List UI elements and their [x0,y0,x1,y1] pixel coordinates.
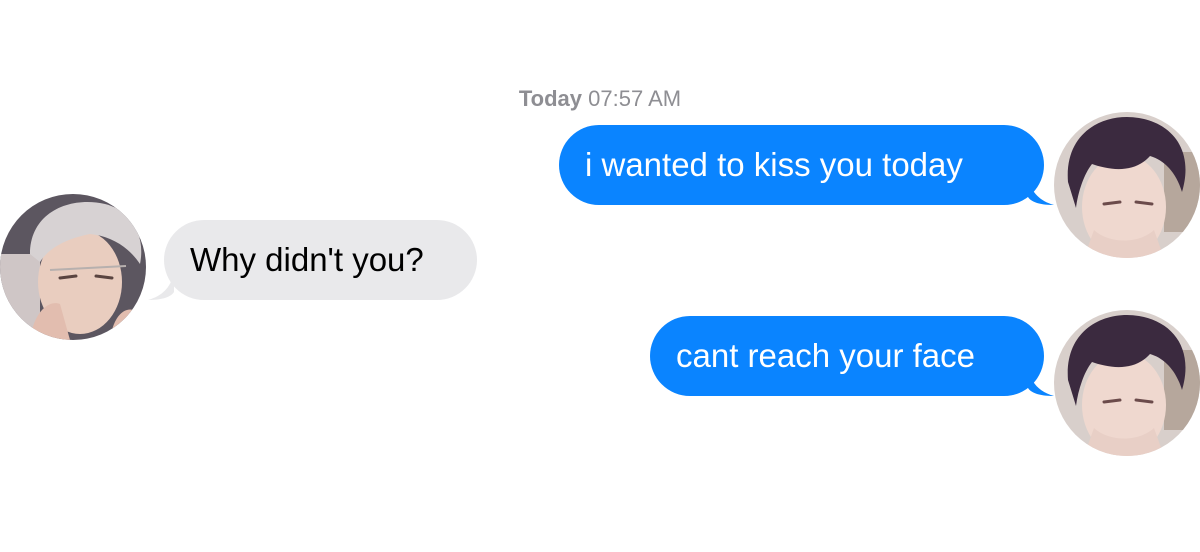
bubble-tail [1028,179,1054,205]
timestamp-time: 07:57 AM [588,86,682,111]
sender-avatar[interactable] [1054,112,1200,258]
message-text: i wanted to kiss you today [585,146,963,183]
sender-avatar[interactable] [1054,310,1200,456]
message-text: cant reach your face [676,337,975,374]
bubble-tail [1028,370,1054,396]
timestamp-day: Today [518,86,583,111]
message-text: Why didn't you? [190,241,424,278]
message-bubble-sent[interactable]: i wanted to kiss you today [559,125,1044,205]
conversation-timestamp: Today 07:57 AM [0,86,1200,112]
message-bubble-received[interactable]: Why didn't you? [164,220,477,300]
recipient-avatar[interactable] [0,194,146,340]
message-bubble-sent[interactable]: cant reach your face [650,316,1044,396]
